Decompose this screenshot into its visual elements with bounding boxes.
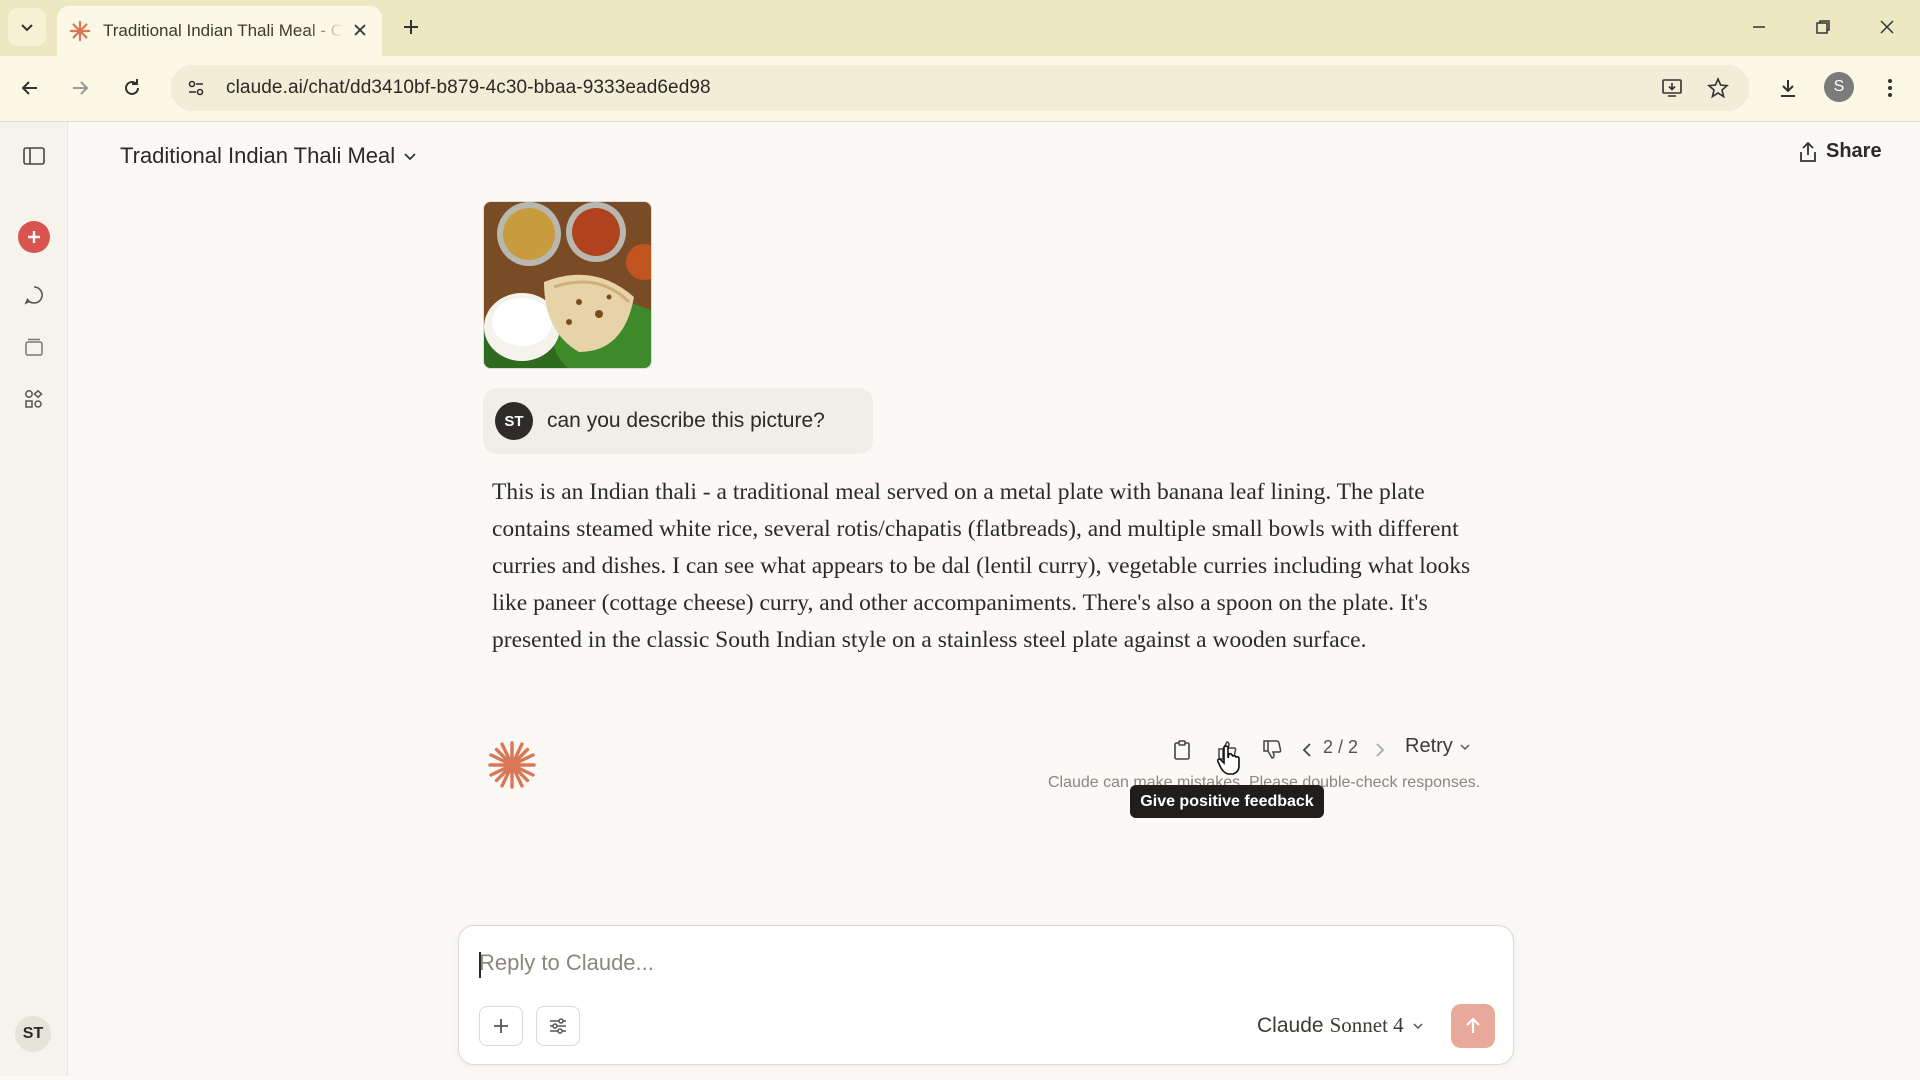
- sidebar-item-projects[interactable]: [14, 327, 54, 367]
- new-tab-button[interactable]: [396, 12, 426, 42]
- arrow-up-icon: [1466, 1017, 1480, 1033]
- chevron-down-icon: [1460, 743, 1470, 750]
- feedback-tooltip: Give positive feedback: [1130, 785, 1324, 818]
- restore-icon: [1816, 20, 1830, 34]
- arrow-right-icon: [73, 81, 89, 95]
- browser-menu-button[interactable]: [1870, 68, 1910, 108]
- browser-tab-active[interactable]: Traditional Indian Thali Meal - Claude: [57, 6, 382, 56]
- chat-bubble-icon: [24, 286, 43, 305]
- model-prefix: Claude: [1257, 1013, 1324, 1037]
- claude-logo-icon: [488, 741, 536, 789]
- attach-button[interactable]: [479, 1006, 523, 1046]
- browser-toolbar: claude.ai/chat/dd3410bf-b879-4c30-bbaa-9…: [0, 56, 1920, 122]
- tools-button[interactable]: [536, 1006, 580, 1046]
- plus-icon: [28, 231, 40, 243]
- install-app-button[interactable]: [1652, 68, 1692, 108]
- sidebar-icon: [23, 147, 45, 165]
- chevron-left-icon: [1302, 743, 1311, 757]
- sidebar-toggle-button[interactable]: [14, 136, 54, 176]
- restore-window-button[interactable]: [1800, 8, 1846, 46]
- retry-label: Retry: [1405, 735, 1453, 757]
- text-caret: [479, 952, 481, 978]
- more-vertical-icon: [1888, 79, 1892, 97]
- close-window-button[interactable]: [1864, 8, 1910, 46]
- tab-close-button[interactable]: [348, 18, 372, 42]
- arrow-left-icon: [21, 81, 37, 95]
- folder-stack-icon: [25, 338, 43, 356]
- user-message: ST can you describe this picture?: [483, 388, 873, 454]
- address-bar[interactable]: claude.ai/chat/dd3410bf-b879-4c30-bbaa-9…: [170, 65, 1750, 111]
- close-icon: [354, 24, 366, 36]
- shapes-icon: [25, 389, 43, 408]
- url-text: claude.ai/chat/dd3410bf-b879-4c30-bbaa-9…: [226, 77, 711, 98]
- app-sidebar: ST: [0, 122, 68, 1076]
- thali-food-image: [484, 202, 651, 368]
- user-message-text: can you describe this picture?: [547, 409, 825, 432]
- tab-search-button[interactable]: [8, 8, 46, 46]
- clipboard-icon: [1174, 740, 1190, 760]
- downloads-button[interactable]: [1768, 68, 1808, 108]
- chevron-down-icon: [1413, 1022, 1423, 1029]
- chevron-down-icon: [404, 153, 416, 161]
- reply-composer: Claude Sonnet 4: [458, 925, 1514, 1065]
- tab-title: Traditional Indian Thali Meal - Claude: [103, 21, 343, 40]
- response-pager: 2 / 2: [1323, 737, 1359, 757]
- browser-tabstrip: Traditional Indian Thali Meal - Claude: [0, 0, 1920, 56]
- back-button[interactable]: [10, 68, 50, 108]
- model-name: Sonnet 4: [1329, 1013, 1404, 1037]
- minimize-window-button[interactable]: [1736, 8, 1782, 46]
- mouse-pointer-icon: [1216, 745, 1240, 775]
- claude-favicon-icon: [69, 20, 91, 42]
- reload-button[interactable]: [112, 68, 152, 108]
- star-icon: [1707, 77, 1729, 99]
- user-message-avatar: ST: [495, 402, 533, 440]
- send-button[interactable]: [1451, 1004, 1495, 1048]
- user-avatar[interactable]: ST: [15, 1016, 51, 1052]
- install-icon: [1662, 79, 1682, 97]
- chat-title: Traditional Indian Thali Meal: [120, 143, 396, 168]
- chevron-down-icon: [21, 24, 33, 32]
- attached-image-thumbnail[interactable]: [483, 201, 652, 369]
- reload-icon: [125, 79, 139, 95]
- share-button[interactable]: Share: [1798, 140, 1882, 163]
- share-icon: [1800, 141, 1816, 162]
- site-info-button[interactable]: [176, 68, 216, 108]
- profile-avatar[interactable]: S: [1824, 72, 1854, 102]
- sliders-icon: [550, 1018, 566, 1034]
- bookmark-button[interactable]: [1698, 68, 1738, 108]
- assistant-message-text: This is an Indian thali - a traditional …: [492, 479, 1471, 653]
- copy-button[interactable]: [1168, 736, 1196, 764]
- thumbs-down-button[interactable]: [1258, 736, 1286, 764]
- sidebar-item-artifacts[interactable]: [14, 379, 54, 419]
- model-selector[interactable]: Claude Sonnet 4: [1257, 1013, 1424, 1038]
- chat-title-button[interactable]: Traditional Indian Thali Meal: [120, 143, 417, 169]
- new-chat-button[interactable]: [18, 221, 50, 253]
- next-response-button[interactable]: [1366, 736, 1394, 764]
- retry-button[interactable]: Retry: [1405, 735, 1471, 758]
- tune-icon: [188, 80, 204, 96]
- plus-icon: [404, 20, 418, 34]
- chevron-right-icon: [1376, 743, 1385, 757]
- download-icon: [1781, 80, 1795, 97]
- share-label: Share: [1826, 140, 1882, 162]
- sidebar-item-chats[interactable]: [14, 275, 54, 315]
- close-icon: [1880, 20, 1894, 34]
- forward-button[interactable]: [60, 68, 100, 108]
- thumbs-down-icon: [1263, 740, 1282, 759]
- plus-icon: [494, 1019, 508, 1033]
- reply-input[interactable]: [479, 950, 1479, 976]
- previous-response-button[interactable]: [1293, 736, 1321, 764]
- minimize-icon: [1753, 26, 1765, 28]
